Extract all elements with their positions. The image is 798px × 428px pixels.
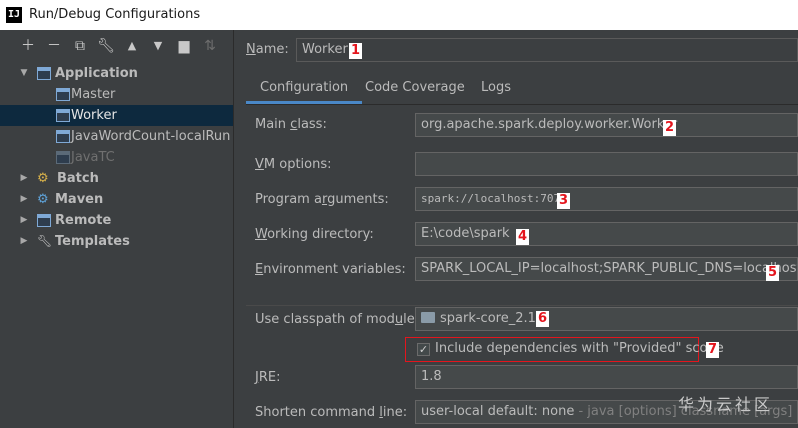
annotation-badge-4: 4 xyxy=(516,229,530,245)
tree-node-batch[interactable]: ▶ ⚙ Batch xyxy=(18,168,233,189)
tree-label: Master xyxy=(71,87,116,102)
tree-node-application[interactable]: ▼ Application xyxy=(18,63,233,84)
minus-icon[interactable]: － xyxy=(45,37,63,55)
batch-icon: ⚙ xyxy=(37,171,49,186)
working-directory-label: Working directory: xyxy=(255,227,374,242)
configurations-panel: ＋ － ⧉ 🔧︎ ▲ ▼ ▆ ⇅ ▼ Application Master Wo… xyxy=(0,30,234,428)
arrow-down-icon[interactable]: ▼ xyxy=(149,37,167,55)
application-icon xyxy=(56,151,70,164)
tree-label: Batch xyxy=(57,171,99,186)
working-directory-input[interactable]: E:\code\spark xyxy=(415,222,798,246)
classpath-module-label: Use classpath of module: xyxy=(255,312,420,327)
plus-icon[interactable]: ＋ xyxy=(19,37,37,55)
sort-icon[interactable]: ⇅ xyxy=(201,37,219,55)
tree-label: Remote xyxy=(55,213,112,228)
wrench-icon: 🔧︎ xyxy=(37,234,53,248)
shorten-command-line-label: Shorten command line: xyxy=(255,405,408,420)
chevron-right-icon[interactable]: ▶ xyxy=(18,231,30,252)
divider xyxy=(246,305,798,306)
application-icon xyxy=(56,130,70,143)
tab-logs[interactable]: Logs xyxy=(467,74,525,104)
vm-options-input[interactable] xyxy=(415,152,798,176)
maven-gear-icon: ⚙ xyxy=(37,192,49,207)
tree-label: Maven xyxy=(55,192,104,207)
tree-label: Worker xyxy=(71,108,117,123)
environment-variables-input[interactable]: SPARK_LOCAL_IP=localhost;SPARK_PUBLIC_DN… xyxy=(415,257,798,281)
annotation-badge-7: 7 xyxy=(706,342,720,358)
include-deps-checkbox[interactable]: ✓ xyxy=(417,343,430,356)
application-icon xyxy=(56,109,70,122)
jre-select[interactable]: 1.8 xyxy=(415,365,798,389)
main-class-label: Main class: xyxy=(255,117,327,132)
folder-add-icon[interactable]: ▆ xyxy=(175,37,193,55)
tab-configuration[interactable]: Configuration xyxy=(246,74,363,104)
intellij-app-icon: IJ xyxy=(6,7,22,23)
environment-variables-label: Environment variables: xyxy=(255,262,406,277)
tree-label: Application xyxy=(55,66,138,81)
chevron-right-icon[interactable]: ▶ xyxy=(18,189,30,210)
vm-options-label: VM options: xyxy=(255,157,332,172)
module-folder-icon xyxy=(421,312,435,323)
tree-node-remote[interactable]: ▶ Remote xyxy=(18,210,233,231)
tree-node-maven[interactable]: ▶ ⚙ Maven xyxy=(18,189,233,210)
watermark: 华为云社区 xyxy=(678,395,774,414)
chevron-down-icon[interactable]: ▼ xyxy=(18,63,30,84)
tree-node-javawordcount[interactable]: JavaWordCount-localRun xyxy=(0,126,233,147)
application-icon xyxy=(37,67,51,80)
title-bar: IJ Run/Debug Configurations xyxy=(0,0,798,30)
window-title: Run/Debug Configurations xyxy=(29,7,201,22)
tab-code-coverage[interactable]: Code Coverage xyxy=(351,74,479,104)
name-input[interactable]: Worker xyxy=(296,38,798,62)
configurations-toolbar: ＋ － ⧉ 🔧︎ ▲ ▼ ▆ ⇅ xyxy=(0,30,233,62)
include-deps-label: Include dependencies with "Provided" sco… xyxy=(435,341,724,356)
annotation-badge-1: 1 xyxy=(349,43,363,59)
annotation-badge-6: 6 xyxy=(536,311,550,327)
tree-node-worker[interactable]: Worker xyxy=(0,105,233,126)
application-icon xyxy=(56,88,70,101)
tree-node-master[interactable]: Master xyxy=(0,84,233,105)
main-class-input[interactable]: org.apache.spark.deploy.worker.Worker xyxy=(415,113,798,137)
tree-label: Templates xyxy=(55,234,130,249)
chevron-right-icon[interactable]: ▶ xyxy=(18,210,30,231)
copy-icon[interactable]: ⧉ xyxy=(71,37,89,55)
tree-label: JavaTC xyxy=(71,150,115,165)
config-tabs: Configuration Code Coverage Logs xyxy=(246,74,798,105)
arrow-up-icon[interactable]: ▲ xyxy=(123,37,141,55)
annotation-badge-5: 5 xyxy=(766,265,780,281)
wrench-icon[interactable]: 🔧︎ xyxy=(97,37,115,55)
program-arguments-label: Program arguments: xyxy=(255,192,389,207)
tree-node-templates[interactable]: ▶ 🔧︎ Templates xyxy=(18,231,233,252)
remote-icon xyxy=(37,214,51,227)
name-label: Name: xyxy=(246,42,289,57)
tree-node-javatc[interactable]: JavaTC xyxy=(0,147,233,168)
tree-label: JavaWordCount-localRun xyxy=(71,129,231,144)
jre-label: JRE: xyxy=(255,370,281,385)
program-arguments-input[interactable]: spark://localhost:7077 xyxy=(415,187,798,211)
chevron-right-icon[interactable]: ▶ xyxy=(18,168,30,189)
classpath-module-select[interactable]: spark-core_2.11 xyxy=(415,307,798,331)
annotation-badge-2: 2 xyxy=(663,120,677,136)
annotation-badge-3: 3 xyxy=(557,193,571,209)
